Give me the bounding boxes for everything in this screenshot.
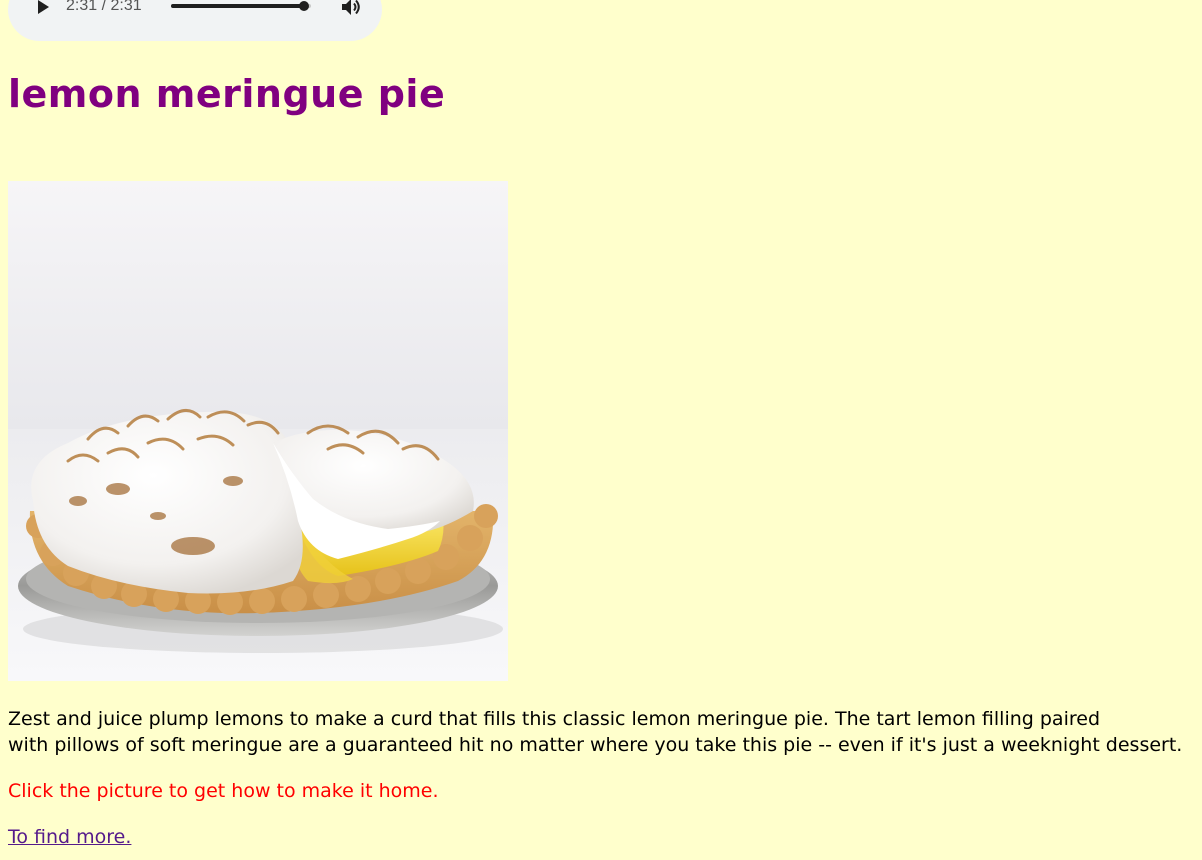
seek-thumb[interactable] [299, 1, 309, 11]
volume-icon [342, 0, 360, 15]
description-line-1: Zest and juice plump lemons to make a cu… [8, 708, 1100, 730]
pie-image-link[interactable] [8, 181, 508, 681]
find-more-link[interactable]: To find more. [8, 824, 131, 850]
description: Zest and juice plump lemons to make a cu… [8, 706, 1198, 758]
volume-button[interactable] [339, 0, 363, 19]
page-title: lemon meringue pie [8, 72, 446, 116]
page: 2:31 / 2:31 lemon meringue pie Zest and … [0, 0, 1202, 860]
audio-player[interactable]: 2:31 / 2:31 [8, 0, 382, 41]
seek-progress [171, 4, 304, 8]
play-button[interactable] [30, 0, 54, 18]
click-instruction: Click the picture to get how to make it … [8, 780, 439, 802]
time-display: 2:31 / 2:31 [66, 0, 142, 14]
description-line-2: with pillows of soft meringue are a guar… [8, 734, 1183, 756]
seek-bar[interactable] [171, 1, 311, 11]
pie-image[interactable] [8, 181, 508, 681]
play-icon [38, 0, 49, 14]
